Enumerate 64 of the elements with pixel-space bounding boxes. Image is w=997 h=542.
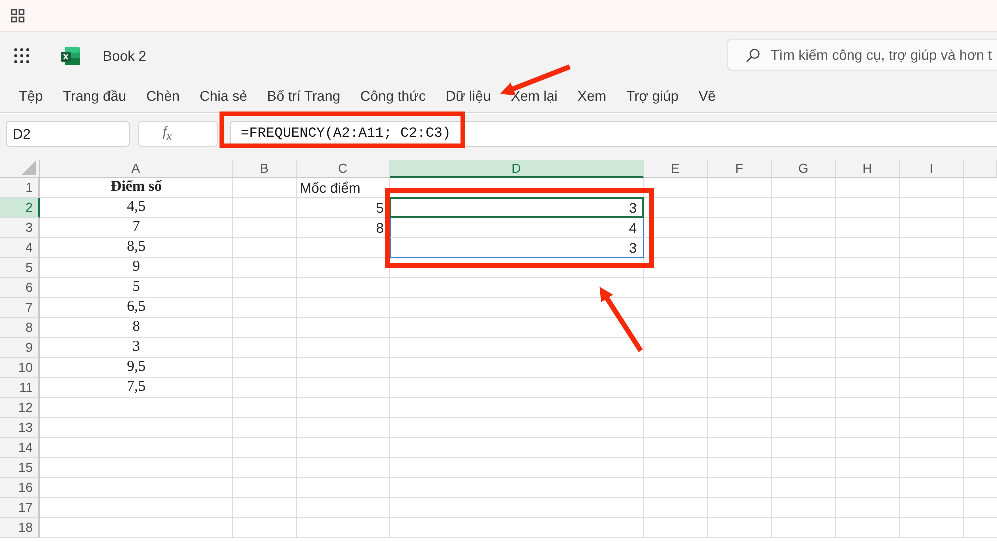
search-field[interactable]: Tìm kiếm công cụ, trợ giúp và hơn t xyxy=(727,39,997,71)
ribbon-tab[interactable]: Trợ giúp xyxy=(616,86,689,106)
row-header[interactable]: 10 xyxy=(0,358,40,378)
column-header[interactable]: D xyxy=(390,160,644,178)
table-cell-text: 8,5 xyxy=(126,238,147,257)
table-cell-text: 7,5 xyxy=(126,378,147,397)
ribbon-tab[interactable]: Chia sẻ xyxy=(190,86,258,106)
column-header[interactable]: E xyxy=(644,160,708,178)
apps-icon[interactable] xyxy=(11,8,25,22)
table-cell-text: 9,5 xyxy=(126,358,147,377)
row-header[interactable]: 2 xyxy=(0,198,40,218)
table-cell-text: 8 xyxy=(132,318,142,337)
table-cell-text: 4,5 xyxy=(126,198,147,217)
ribbon-tab[interactable]: Chèn xyxy=(136,86,190,106)
row-header[interactable]: 4 xyxy=(0,238,40,258)
table-cell: 3 xyxy=(390,198,644,218)
app-launcher-icon[interactable] xyxy=(14,48,30,64)
table-cell-text: 3 xyxy=(132,338,142,357)
column-header[interactable]: C xyxy=(297,160,390,178)
ribbon-tab[interactable]: Tệp xyxy=(9,86,54,106)
search-icon xyxy=(746,48,761,62)
ribbon-tab[interactable]: Công thức xyxy=(350,86,436,106)
table-cell: 4 xyxy=(390,218,644,238)
row-header[interactable]: 17 xyxy=(0,498,40,518)
ribbon-tab[interactable]: Dữ liệu xyxy=(436,86,502,106)
name-box[interactable]: D2 xyxy=(6,120,130,146)
column-header[interactable]: I xyxy=(900,160,964,178)
formula-field[interactable]: =FREQUENCY(A2:A11; C2:C3) xyxy=(230,120,997,146)
row-header[interactable]: 15 xyxy=(0,458,40,478)
table-cell-text: 7 xyxy=(132,218,142,237)
table-cell-text: 5 xyxy=(375,198,385,218)
table-cell-text: 6,5 xyxy=(126,298,147,317)
row-header[interactable]: 9 xyxy=(0,338,40,358)
ribbon-tab[interactable]: Bố trí Trang xyxy=(257,86,351,106)
table-cell-text: Điểm số xyxy=(110,178,164,197)
row-header[interactable]: 12 xyxy=(0,398,40,418)
row-header[interactable]: 1 xyxy=(0,178,40,198)
row-header[interactable]: 16 xyxy=(0,478,40,498)
row-header[interactable]: 14 xyxy=(0,438,40,458)
row-header[interactable]: 7 xyxy=(0,298,40,318)
column-header[interactable]: G xyxy=(772,160,836,178)
column-header[interactable]: F xyxy=(708,160,772,178)
ribbon-tab[interactable]: Trang đầu xyxy=(53,86,136,106)
table-cell-text: 8 xyxy=(375,218,385,238)
row-header[interactable]: 3 xyxy=(0,218,40,238)
row-header[interactable]: 6 xyxy=(0,278,40,298)
row-header[interactable]: 18 xyxy=(0,518,40,538)
column-header[interactable]: B xyxy=(233,160,297,178)
table-cell: 3 xyxy=(390,238,644,258)
ribbon-tab[interactable]: Vẽ xyxy=(688,86,726,106)
row-header[interactable]: 5 xyxy=(0,258,40,278)
spreadsheet-logo-icon[interactable] xyxy=(61,46,81,66)
insert-function-button[interactable]: f$_{x}$ xyxy=(163,124,172,142)
column-header[interactable]: A xyxy=(40,160,233,178)
table-cell-text: Mốc điểm xyxy=(299,178,362,198)
row-header[interactable]: 11 xyxy=(0,378,40,398)
row-header[interactable]: 13 xyxy=(0,418,40,438)
row-header[interactable]: 8 xyxy=(0,318,40,338)
document-title[interactable]: Book 2 xyxy=(103,48,147,64)
annotation-arrow xyxy=(600,286,644,352)
ribbon-tab[interactable]: Xem xyxy=(568,86,617,106)
table-cell-text: 5 xyxy=(132,278,142,297)
column-header[interactable]: H xyxy=(836,160,900,178)
table-cell-text: 9 xyxy=(132,258,142,277)
